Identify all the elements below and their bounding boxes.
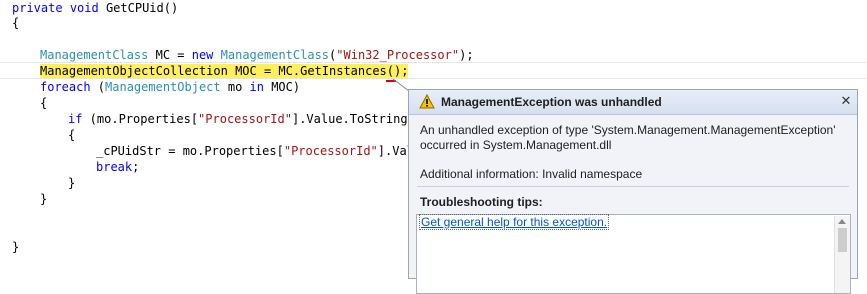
code-line-1: private void GetCPUid() (12, 1, 179, 15)
code-line-7: { (40, 96, 48, 110)
tips-scrollbar[interactable] (834, 216, 850, 293)
highlighted-statement: ManagementObjectCollection MOC = MC.GetI… (40, 64, 409, 78)
scroll-up-arrow-icon[interactable] (838, 219, 846, 224)
code-line-2: { (12, 16, 20, 30)
code-line-10: _cPUidStr = mo.Properties["ProcessorId"]… (96, 144, 422, 158)
exception-assistant-popup: ManagementException was unhandled ✕ An u… (408, 89, 858, 294)
additional-information: Additional information: Invalid namespac… (420, 167, 643, 181)
warning-icon (419, 94, 435, 109)
code-line-9: { (68, 128, 76, 142)
troubleshooting-tips-list: Get general help for this exception. (416, 214, 851, 294)
code-line-4: ManagementClass MC = new ManagementClass… (40, 48, 474, 62)
general-help-link[interactable]: Get general help for this exception. (418, 214, 610, 230)
exception-message-line-2: occurred in System.Management.dll (420, 138, 612, 152)
code-line-12: } (68, 176, 76, 190)
code-line-16: } (12, 240, 20, 254)
code-line-5-current: ManagementObjectCollection MOC = MC.GetI… (40, 63, 409, 79)
troubleshooting-tips-heading: Troubleshooting tips: (420, 195, 543, 209)
code-line-11: break; (96, 160, 140, 174)
code-line-6: foreach (ManagementObject mo in MOC) (40, 80, 301, 94)
popup-header: ManagementException was unhandled ✕ (409, 90, 857, 115)
exception-message-line-1: An unhandled exception of type 'System.M… (420, 123, 836, 137)
code-line-8: if (mo.Properties["ProcessorId"].Value.T… (68, 112, 423, 126)
popup-title: ManagementException was unhandled (441, 95, 662, 109)
code-line-13: } (40, 192, 48, 206)
divider (417, 186, 849, 187)
scroll-thumb[interactable] (838, 228, 847, 252)
close-icon[interactable]: ✕ (839, 92, 853, 110)
